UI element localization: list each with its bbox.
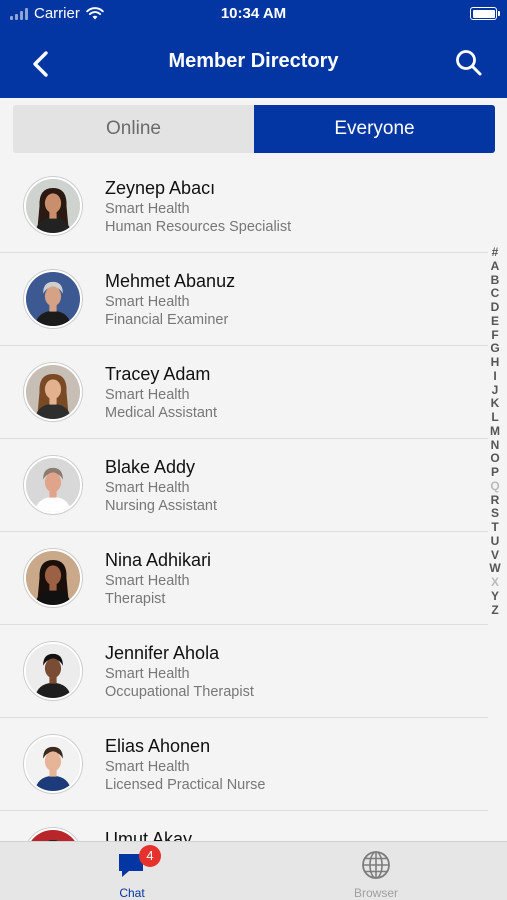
avatar [24,177,82,235]
status-bar: Carrier 10:34 AM [0,0,507,28]
member-company: Smart Health [105,294,190,310]
member-row[interactable]: Blake Addy Smart Health Nursing Assistant [0,439,488,532]
index-letter[interactable]: D [491,300,500,315]
avatar [24,456,82,514]
member-role: Licensed Practical Nurse [105,777,266,793]
search-button[interactable] [449,43,489,83]
avatar [24,270,82,328]
member-row[interactable]: Zeynep Abacı Smart Health Human Resources … [0,160,488,253]
member-role: Human Resources Specialist [105,219,292,235]
index-letter[interactable]: F [491,328,498,343]
member-row[interactable]: Umut Akay [0,811,488,841]
index-letter[interactable]: U [491,534,500,549]
index-letter[interactable]: J [492,383,499,398]
index-letter[interactable]: H [491,355,500,370]
index-letter[interactable]: X [491,575,499,590]
member-company: Smart Health [105,573,190,589]
index-letter[interactable]: Y [491,589,499,604]
member-name: Umut Akay [105,829,193,841]
segment-online[interactable]: Online [13,105,254,153]
member-company: Smart Health [105,387,190,403]
member-row[interactable]: Tracey Adam Smart Health Medical Assistant [0,346,488,439]
index-letter[interactable]: B [491,273,500,288]
tab-browser[interactable]: Browser [311,842,441,900]
index-letter[interactable]: G [490,341,499,356]
avatar [24,828,82,841]
member-role: Medical Assistant [105,405,218,421]
member-row[interactable]: Elias Ahonen Smart Health Licensed Practic… [0,718,488,811]
battery-icon [470,7,500,20]
alphabet-index[interactable]: # A B C D E F G H I J K L M N O P Q R S T U V W X Y Z [489,245,501,618]
tab-chat-label: Chat [119,886,145,900]
globe-icon [362,851,390,879]
member-row[interactable]: Mehmet Abanuz Smart Health Financial Exami… [0,253,488,346]
member-name: Blake Addy [105,457,196,477]
tab-chat[interactable]: 4 Chat [67,842,197,900]
index-letter[interactable]: L [491,410,498,425]
index-letter[interactable]: # [492,245,499,260]
index-letter[interactable]: Z [491,603,498,618]
segment-everyone[interactable]: Everyone [254,105,495,153]
avatar [24,549,82,607]
search-icon [456,50,482,76]
member-role: Therapist [105,591,166,607]
index-letter[interactable]: E [491,314,499,329]
member-name: Elias Ahonen [105,736,211,756]
avatar [24,735,82,793]
member-row[interactable]: Nina Adhikari Smart Health Therapist [0,532,488,625]
index-letter[interactable]: K [491,396,500,411]
index-letter[interactable]: M [490,424,500,439]
member-list: Zeynep Abacı Smart Health Human Resources … [0,160,488,841]
index-letter[interactable]: W [489,561,500,576]
member-name: Nina Adhikari [105,550,212,570]
index-letter[interactable]: R [491,493,500,508]
member-role: Financial Examiner [105,312,229,328]
unread-badge: 4 [139,845,161,867]
member-name: Mehmet Abanuz [105,271,236,291]
index-letter[interactable]: C [491,286,500,301]
member-company: Smart Health [105,201,190,217]
member-row[interactable]: Jennifer Ahola Smart Health Occupational T… [0,625,488,718]
member-role: Occupational Therapist [105,684,254,700]
index-letter[interactable]: S [491,506,499,521]
index-letter[interactable]: V [491,548,499,563]
page-title: Member Directory [168,50,339,72]
status-time: 10:34 AM [220,5,287,22]
index-letter[interactable]: Q [490,479,499,494]
member-name: Tracey Adam [105,364,211,384]
index-letter[interactable]: A [491,259,500,274]
member-role: Nursing Assistant [105,498,218,514]
avatar [24,642,82,700]
member-name: Zeynep Abacı [105,178,216,198]
index-letter[interactable]: I [493,369,496,384]
index-letter[interactable]: N [491,438,500,453]
index-letter[interactable]: T [491,520,498,535]
tab-bar: 4 Chat Browser [0,841,507,900]
index-letter[interactable]: O [490,451,499,466]
member-company: Smart Health [105,666,190,682]
tab-browser-label: Browser [353,886,398,900]
index-letter[interactable]: P [491,465,499,480]
avatar [24,363,82,421]
member-company: Smart Health [105,480,190,496]
segmented-control: Online Everyone [13,105,495,153]
member-name: Jennifer Ahola [105,643,220,663]
nav-bar: Member Directory [0,28,507,98]
member-directory-screen: Carrier 10:34 AM Member Directory Online… [0,0,507,900]
member-company: Smart Health [105,759,190,775]
